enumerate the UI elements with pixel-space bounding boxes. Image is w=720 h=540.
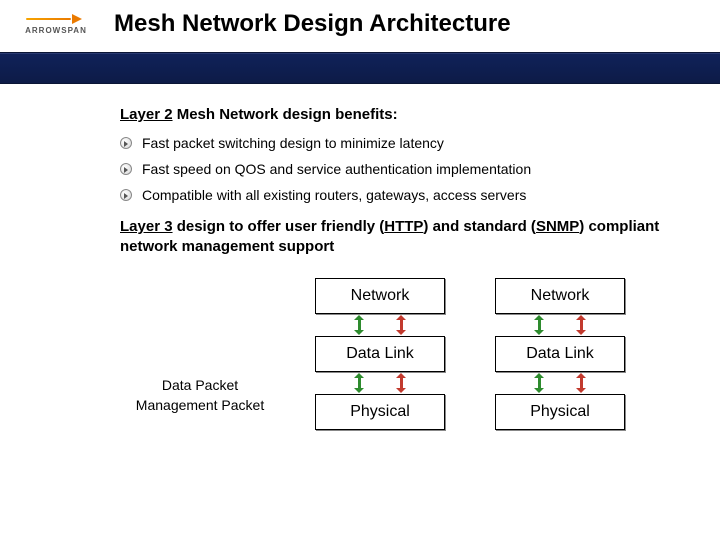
content: Layer 2 Mesh Network design benefits: Fa… — [0, 84, 720, 430]
box-physical: Physical — [315, 394, 445, 430]
arrow-up-down-icon — [353, 316, 365, 334]
stack-right: Network Data Link Physical — [470, 278, 650, 430]
section2-ul3: SNMP — [536, 218, 579, 235]
bullet-text: Fast speed on QOS and service authentica… — [142, 161, 531, 177]
page-title: Mesh Network Design Architecture — [100, 10, 511, 38]
stack-left: Network Data Link Physical — [290, 278, 470, 430]
box-network: Network — [495, 278, 625, 314]
box-datalink: Data Link — [315, 336, 445, 372]
logo: ARROWSPAN — [0, 14, 100, 35]
arrow-up-down-icon — [575, 374, 587, 392]
connector — [315, 372, 445, 394]
bullet-icon — [120, 137, 132, 149]
arrow-up-down-icon — [395, 374, 407, 392]
diagram: Data Packet Management Packet Network Da… — [120, 278, 680, 430]
section2-t2: ) and standard ( — [423, 218, 536, 235]
arrow-up-down-icon — [353, 374, 365, 392]
section2-paragraph: Layer 3 design to offer user friendly (H… — [120, 217, 680, 258]
logo-text: ARROWSPAN — [25, 26, 87, 35]
arrow-up-down-icon — [395, 316, 407, 334]
arrow-up-down-icon — [575, 316, 587, 334]
list-item: Compatible with all existing routers, ga… — [120, 187, 680, 203]
title-bar — [0, 52, 720, 84]
box-network: Network — [315, 278, 445, 314]
bullet-list: Fast packet switching design to minimize… — [120, 135, 680, 203]
section1-rest: Mesh Network design benefits: — [173, 106, 398, 123]
box-datalink: Data Link — [495, 336, 625, 372]
arrow-up-down-icon — [533, 316, 545, 334]
arrow-up-down-icon — [533, 374, 545, 392]
connector — [495, 314, 625, 336]
connector — [495, 372, 625, 394]
side-label-data: Data Packet — [120, 376, 280, 396]
section2-t1: design to offer user friendly ( — [173, 218, 385, 235]
bullet-icon — [120, 163, 132, 175]
list-item: Fast speed on QOS and service authentica… — [120, 161, 680, 177]
section2-ul2: HTTP — [384, 218, 423, 235]
box-physical: Physical — [495, 394, 625, 430]
section1-underline: Layer 2 — [120, 106, 173, 123]
bullet-text: Compatible with all existing routers, ga… — [142, 187, 526, 203]
side-labels: Data Packet Management Packet — [120, 376, 290, 429]
side-label-mgmt: Management Packet — [120, 396, 280, 416]
section1-heading: Layer 2 Mesh Network design benefits: — [120, 106, 680, 123]
header: ARROWSPAN Mesh Network Design Architectu… — [0, 0, 720, 38]
bullet-icon — [120, 189, 132, 201]
bullet-text: Fast packet switching design to minimize… — [142, 135, 444, 151]
section2-ul1: Layer 3 — [120, 218, 173, 235]
connector — [315, 314, 445, 336]
logo-arrow-icon — [26, 14, 86, 24]
list-item: Fast packet switching design to minimize… — [120, 135, 680, 151]
